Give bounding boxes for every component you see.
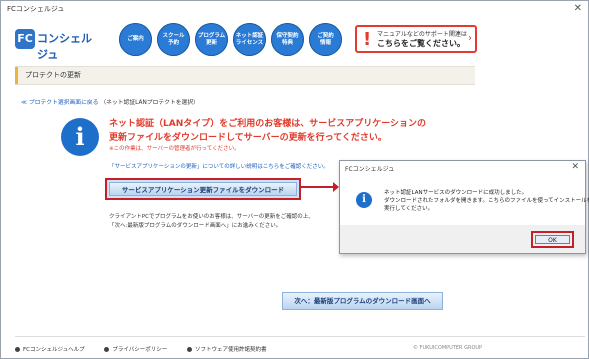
info-icon: i bbox=[61, 118, 99, 156]
logo-text: コンシェルジュ bbox=[37, 32, 92, 61]
dialog-info-icon: i bbox=[356, 192, 372, 208]
chevron-right-icon: › bbox=[468, 33, 472, 44]
footer-help-link[interactable]: FCコンシェルジュヘルプ bbox=[15, 347, 85, 353]
section-title: プロテクトの更新 bbox=[25, 71, 81, 79]
exclamation-icon: ! bbox=[363, 29, 372, 50]
window-title: FCコンシェルジュ bbox=[7, 5, 65, 13]
nav-maintenance-button[interactable]: 保守契約 特典 bbox=[271, 23, 304, 56]
nav-program-update-button[interactable]: プログラム 更新 bbox=[195, 23, 228, 56]
title-bar: FCコンシェルジュ ✕ bbox=[1, 1, 588, 17]
bullet-icon bbox=[104, 347, 110, 352]
footer-privacy-label: プライバシーポリシー bbox=[112, 347, 168, 353]
nav-net-license-button[interactable]: ネット認証 ライセンス bbox=[233, 23, 266, 56]
footer-divider bbox=[15, 336, 585, 337]
back-link[interactable]: ≪ プロテクト選択画面に戻る bbox=[21, 100, 98, 106]
next-button[interactable]: 次へ：最新版プログラムのダウンロード画面へ bbox=[282, 292, 443, 310]
message-dialog: FCコンシェルジュ ✕ i ネット認証LANサービスのダウンロードに成功しました… bbox=[339, 160, 589, 254]
app-logo[interactable]: FC コンシェルジュ bbox=[15, 27, 101, 61]
message-line1: ネット認証（LANタイプ）をご利用のお客様は、サービスアプリケーションの bbox=[109, 119, 427, 129]
header: FC コンシェルジュ ご案内 スクール 予約 プログラム 更新 ネット認証 ライ… bbox=[7, 19, 583, 61]
support-banner[interactable]: ! マニュアルなどのサポート関連は こちらをご覧ください。 › bbox=[355, 25, 477, 53]
section-accent bbox=[15, 67, 18, 84]
footer-privacy-link[interactable]: プライバシーポリシー bbox=[104, 347, 167, 353]
message-line2: 更新ファイルをダウンロードしてサーバーの更新を行ってください。 bbox=[109, 133, 387, 143]
detail-link[interactable]: 「サービスアプリケーションの更新」についての詳しい説明はこちらをご確認ください。 bbox=[109, 162, 329, 170]
breadcrumb: ≪ プロテクト選択画面に戻る （ネット認証LANプロテクトを選択） bbox=[21, 97, 199, 106]
footer-license-link[interactable]: ソフトウェア使用許諾契約書 bbox=[187, 347, 267, 353]
nav-school-button[interactable]: スクール 予約 bbox=[157, 23, 190, 56]
dialog-close-icon[interactable]: ✕ bbox=[571, 162, 579, 172]
bullet-icon bbox=[187, 347, 193, 352]
message-note: ※この作業は、サーバーの管理者が行ってください。 bbox=[109, 146, 240, 152]
dialog-line1: ネット認証LANサービスのダウンロードに成功しました。 bbox=[384, 190, 528, 196]
ok-button[interactable]: OK bbox=[535, 235, 570, 244]
dialog-line2: ダウンロードされたフォルダを開きます。こちらのファイルを使ってインストールを bbox=[384, 198, 589, 204]
footer-links: FCコンシェルジュヘルプ プライバシーポリシー ソフトウェア使用許諾契約書 bbox=[15, 345, 285, 353]
download-button[interactable]: サービスアプリケーション更新ファイルをダウンロード bbox=[109, 182, 297, 196]
ok-button-highlight: OK bbox=[531, 231, 574, 248]
section-header: プロテクトの更新 bbox=[15, 66, 475, 85]
dialog-body: i ネット認証LANサービスのダウンロードに成功しました。 ダウンロードされたフ… bbox=[340, 175, 589, 231]
copyright: © FUKUICOMPUTER GROUP bbox=[413, 345, 483, 351]
support-line2: こちらをご覧ください。 bbox=[377, 39, 465, 48]
dialog-title: FCコンシェルジュ bbox=[345, 166, 395, 173]
note-line1: クライアントPCでプログラムをお使いのお客様は、サーバーの更新をご確認の上、 bbox=[109, 214, 314, 220]
download-button-highlight: サービスアプリケーション更新ファイルをダウンロード bbox=[105, 178, 301, 200]
footer-help-label: FCコンシェルジュヘルプ bbox=[23, 347, 85, 353]
close-icon[interactable]: ✕ bbox=[574, 1, 582, 17]
footer-license-label: ソフトウェア使用許諾契約書 bbox=[195, 347, 267, 353]
nav-guide-button[interactable]: ご案内 bbox=[119, 23, 152, 56]
support-line1: マニュアルなどのサポート関連は bbox=[377, 31, 467, 38]
callout-arrow bbox=[300, 182, 339, 192]
nav-contract-button[interactable]: ご契約 情報 bbox=[309, 23, 342, 56]
breadcrumb-current: （ネット認証LANプロテクトを選択） bbox=[100, 100, 199, 106]
logo-mark: FC bbox=[15, 29, 35, 49]
note-line2: 「次へ:最新版プログラムのダウンロード画面へ」にお進みください。 bbox=[109, 223, 282, 229]
dialog-line3: 実行してください。 bbox=[384, 206, 434, 212]
bullet-icon bbox=[15, 347, 20, 352]
